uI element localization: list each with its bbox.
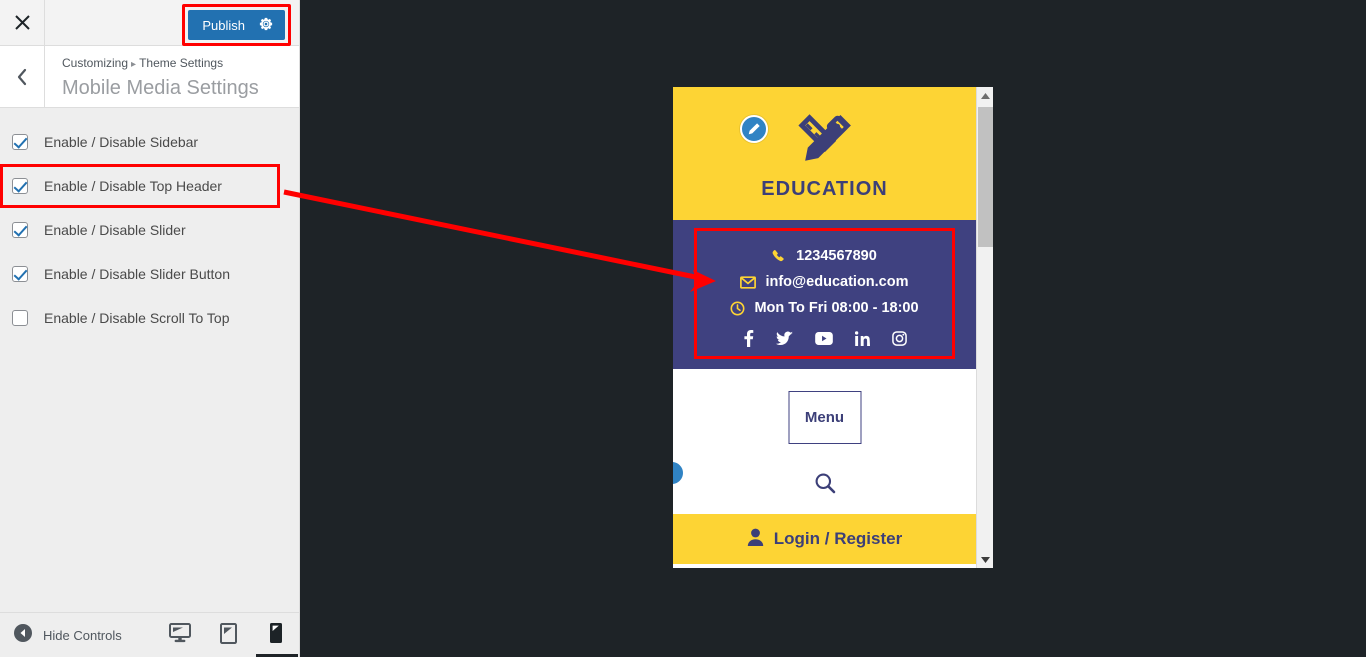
setting-row-top-header[interactable]: Enable / Disable Top Header xyxy=(0,164,280,208)
checkbox-slider-button[interactable] xyxy=(12,266,28,282)
setting-label-slider-button: Enable / Disable Slider Button xyxy=(44,266,230,282)
panel-header: Publish xyxy=(0,0,299,46)
close-icon[interactable] xyxy=(0,0,45,45)
setting-label-top-header: Enable / Disable Top Header xyxy=(44,178,222,194)
setting-row-slider-button[interactable]: Enable / Disable Slider Button xyxy=(0,252,299,296)
menu-section: Menu xyxy=(673,369,976,514)
clock-icon xyxy=(730,301,745,316)
publish-button[interactable]: Publish xyxy=(188,10,285,40)
instagram-icon[interactable] xyxy=(891,331,907,346)
user-icon xyxy=(747,528,764,551)
hide-controls-label: Hide Controls xyxy=(43,627,122,643)
youtube-icon[interactable] xyxy=(814,332,833,345)
preview-area: EDUCATION 1234567890 info@education.com … xyxy=(300,0,1366,657)
publish-highlight-box: Publish xyxy=(182,4,291,46)
mobile-icon xyxy=(269,622,283,649)
hours-text: Mon To Fri 08:00 - 18:00 xyxy=(754,300,919,316)
collapse-arrow-icon xyxy=(14,623,32,647)
email-text: info@education.com xyxy=(765,274,909,290)
facebook-icon[interactable] xyxy=(743,330,754,347)
customizer-panel: Publish Customizing ▸ Theme Settings Mob… xyxy=(0,0,300,657)
device-button-mobile[interactable] xyxy=(256,614,298,657)
page-title: Mobile Media Settings xyxy=(62,77,259,99)
breadcrumb-root[interactable]: Customizing xyxy=(62,56,128,70)
mobile-preview-frame: EDUCATION 1234567890 info@education.com … xyxy=(673,87,993,568)
checkbox-sidebar[interactable] xyxy=(12,134,28,150)
setting-label-slider: Enable / Disable Slider xyxy=(44,222,186,238)
hide-controls-button[interactable]: Hide Controls xyxy=(0,623,122,647)
panel-title-text: Customizing ▸ Theme Settings Mobile Media … xyxy=(45,46,259,107)
site-title: EDUCATION xyxy=(761,178,888,200)
scroll-down-arrow-icon[interactable] xyxy=(977,551,993,568)
breadcrumb-current[interactable]: Theme Settings xyxy=(139,56,223,70)
phone-icon xyxy=(772,249,787,264)
site-logo-header: EDUCATION xyxy=(673,87,976,220)
phone-text: 1234567890 xyxy=(796,248,877,264)
phone-info[interactable]: 1234567890 xyxy=(697,245,952,267)
setting-label-sidebar: Enable / Disable Sidebar xyxy=(44,134,199,150)
search-icon[interactable] xyxy=(814,472,836,499)
setting-row-sidebar[interactable]: Enable / Disable Sidebar xyxy=(0,120,299,164)
breadcrumb: Customizing ▸ Theme Settings xyxy=(62,55,259,73)
checkbox-top-header[interactable] xyxy=(12,178,28,194)
publish-label: Publish xyxy=(202,17,245,33)
login-register-label: Login / Register xyxy=(773,529,903,548)
checkbox-scroll-to-top[interactable] xyxy=(12,310,28,326)
preview-viewport: EDUCATION 1234567890 info@education.com … xyxy=(673,87,976,568)
device-button-desktop[interactable] xyxy=(165,614,195,657)
preview-scrollbar[interactable] xyxy=(976,87,993,568)
tablet-icon xyxy=(219,622,237,649)
edit-pencil-icon-left[interactable] xyxy=(673,460,685,486)
top-header-bar: 1234567890 info@education.com Mon To Fri… xyxy=(673,220,976,369)
email-info[interactable]: info@education.com xyxy=(697,271,952,293)
customizer-screen: EDUCATION 1234567890 info@education.com … xyxy=(0,0,1366,657)
gear-icon[interactable] xyxy=(259,17,273,34)
top-header-highlight-box: 1234567890 info@education.com Mon To Fri… xyxy=(694,228,955,359)
setting-label-scroll-to-top: Enable / Disable Scroll To Top xyxy=(44,310,230,326)
back-button[interactable] xyxy=(0,46,45,107)
desktop-icon xyxy=(169,623,191,648)
device-button-tablet[interactable] xyxy=(213,614,243,657)
linkedin-icon[interactable] xyxy=(854,331,870,346)
panel-footer: Hide Controls xyxy=(0,612,299,657)
edit-pencil-icon[interactable] xyxy=(740,115,768,143)
setting-row-scroll-to-top[interactable]: Enable / Disable Scroll To Top xyxy=(0,296,299,340)
scrollbar-thumb[interactable] xyxy=(978,107,993,247)
device-preview-buttons xyxy=(165,613,298,657)
hours-info: Mon To Fri 08:00 - 18:00 xyxy=(697,297,952,319)
twitter-icon[interactable] xyxy=(775,331,793,346)
setting-row-slider[interactable]: Enable / Disable Slider xyxy=(0,208,299,252)
settings-list: Enable / Disable Sidebar Enable / Disabl… xyxy=(0,108,299,340)
pencil-ruler-logo-icon xyxy=(794,110,856,171)
social-links xyxy=(697,330,952,347)
checkbox-slider[interactable] xyxy=(12,222,28,238)
login-register-bar[interactable]: Login / Register xyxy=(673,514,976,564)
panel-title-bar: Customizing ▸ Theme Settings Mobile Media … xyxy=(0,46,299,108)
breadcrumb-separator-icon: ▸ xyxy=(131,59,137,70)
envelope-icon xyxy=(740,275,757,289)
scroll-up-arrow-icon[interactable] xyxy=(977,87,993,104)
menu-button[interactable]: Menu xyxy=(788,391,861,444)
